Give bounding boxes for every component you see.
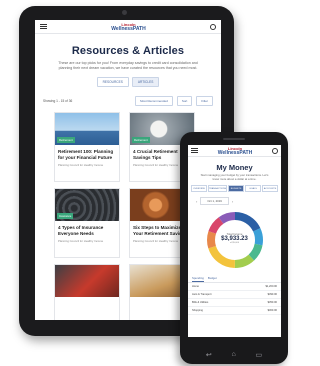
tab-spending[interactable]: Spending: [192, 276, 204, 283]
phone-device: Lincoln WellnessPATH My Money Start mana…: [180, 132, 288, 364]
donut-center: Total Income $3,933.23 of $5,000: [205, 232, 265, 244]
donut-subtext: of $5,000: [229, 242, 240, 245]
tab-budget[interactable]: Budget: [208, 276, 217, 282]
tab-articles[interactable]: ARTICLES: [131, 77, 160, 87]
phone-screen: Lincoln WellnessPATH My Money Start mana…: [188, 145, 281, 337]
date-label[interactable]: Oct 1, 2019: [200, 197, 229, 206]
device-mockup: Lincoln WellnessPATH Resources & Article…: [0, 0, 311, 366]
phone-nav-buttons: ↩ ⌂ ▭: [180, 351, 288, 359]
list-item[interactable]: Shopping $300.00: [188, 307, 281, 316]
money-tabs: OVERVIEW TRANSACTIONS BUDGETS GOALS ACCO…: [188, 181, 281, 193]
list-tabs: Spending Budget: [188, 270, 281, 284]
sort-button[interactable]: Sort: [176, 96, 193, 106]
row-label: Bills & Utilities: [192, 301, 209, 305]
page-subtitle: Start managing your budget by your trans…: [200, 173, 269, 181]
tablet-camera: [122, 10, 127, 15]
account-icon[interactable]: [209, 23, 216, 30]
row-value: $300.00: [267, 309, 277, 313]
chevron-left-icon[interactable]: ‹: [196, 199, 197, 204]
article-card[interactable]: [54, 264, 120, 320]
app-logo[interactable]: Lincoln WellnessPATH: [218, 146, 252, 156]
page-title: My Money: [216, 163, 253, 172]
back-icon[interactable]: ↩: [206, 351, 212, 359]
row-value: $390.00: [267, 293, 277, 297]
date-selector: ‹ Oct 1, 2019 ›: [188, 192, 281, 206]
row-label: Auto & Transport: [192, 293, 212, 297]
row-value: $1,200.00: [265, 285, 277, 289]
recommended-button[interactable]: Most Recommended: [135, 96, 173, 106]
tab-overview[interactable]: OVERVIEW: [191, 185, 207, 193]
list-item[interactable]: Auto & Transport $390.00: [188, 291, 281, 300]
category-tag: Insurance: [57, 213, 74, 219]
row-label: Shopping: [192, 309, 203, 313]
app-logo[interactable]: Lincoln WellnessPATH: [111, 22, 145, 32]
tab-accounts[interactable]: ACCOUNTS: [262, 185, 279, 193]
article-card[interactable]: Insurance 4 Types of Insurance Everyone …: [54, 188, 120, 258]
tab-transactions[interactable]: TRANSACTIONS: [207, 185, 228, 193]
home-icon[interactable]: ⌂: [232, 351, 236, 359]
category-tag: Retirement: [132, 137, 150, 143]
content-tabs: RESOURCES ARTICLES: [35, 77, 221, 87]
chevron-right-icon[interactable]: ›: [232, 199, 233, 204]
article-image: Insurance: [55, 189, 119, 221]
menu-icon[interactable]: [191, 148, 198, 153]
page-title: Resources & Articles: [71, 45, 185, 57]
account-icon[interactable]: [271, 147, 278, 154]
article-image: Retirement: [55, 113, 119, 145]
article-title[interactable]: 4 Types of Insurance Everyone Needs: [55, 221, 119, 236]
tab-budgets[interactable]: BUDGETS: [228, 185, 245, 193]
category-tag: Retirement: [57, 137, 75, 143]
spending-donut: Total Income $3,933.23 of $5,000: [205, 210, 265, 270]
list-item[interactable]: Home $1,200.00: [188, 283, 281, 292]
row-label: Home: [192, 285, 199, 289]
article-image: [55, 265, 119, 297]
article-author: Planning Council for Healthy Income: [58, 239, 104, 244]
article-author: Planning Council for Healthy Income: [58, 163, 104, 168]
page-subtitle: These are our top picks for you! From ev…: [58, 61, 198, 70]
results-toolbar: Showing 1 - 15 of 36 Most Recommended So…: [43, 96, 213, 106]
article-title[interactable]: Retirement 100: Planning for your Financ…: [55, 145, 119, 160]
results-count: Showing 1 - 15 of 36: [43, 99, 73, 103]
menu-icon[interactable]: [40, 24, 47, 29]
tab-resources[interactable]: RESOURCES: [96, 77, 129, 87]
list-item[interactable]: Bills & Utilities $350.00: [188, 299, 281, 308]
phone-top-nav: Lincoln WellnessPATH: [188, 145, 281, 157]
phone-earpiece: [223, 138, 245, 140]
tab-goals[interactable]: GOALS: [245, 185, 262, 193]
recent-apps-icon[interactable]: ▭: [255, 351, 262, 359]
tablet-top-nav: Lincoln WellnessPATH: [35, 20, 221, 34]
article-card[interactable]: Retirement Retirement 100: Planning for …: [54, 112, 120, 182]
row-value: $350.00: [267, 301, 277, 305]
filter-button[interactable]: Filter: [196, 96, 213, 106]
